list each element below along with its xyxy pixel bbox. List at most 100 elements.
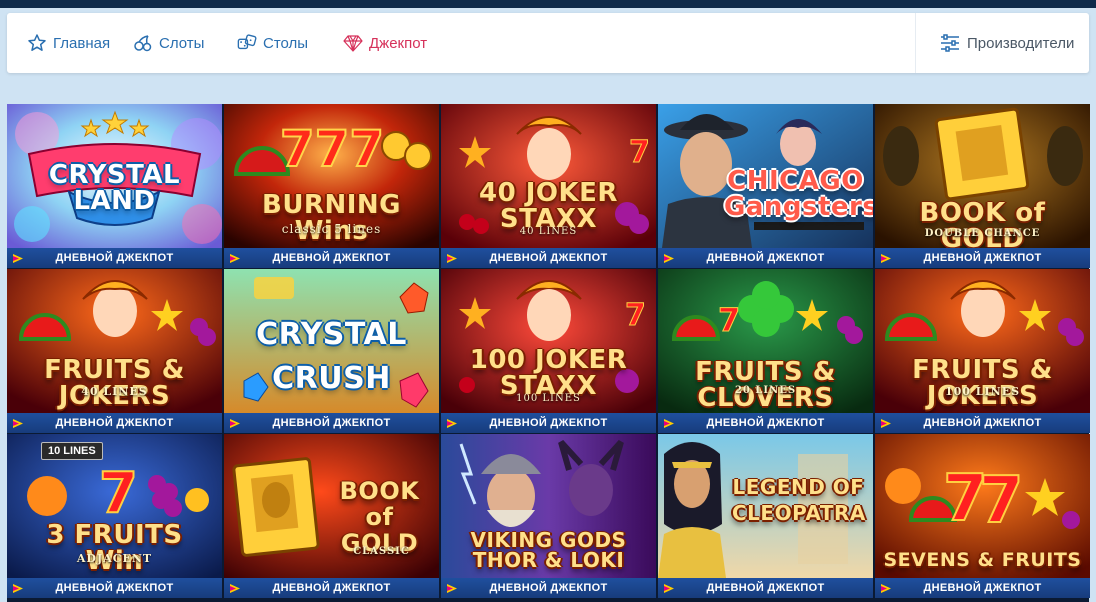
game-subtitle: CLASSIC (353, 546, 410, 557)
provider-logo-icon (13, 584, 23, 593)
provider-logo-icon (447, 584, 457, 593)
provider-logo-icon (13, 419, 23, 428)
game-tile[interactable]: CHICAGO Gangsters ДНЕВНОЙ ДЖЕКПОТ (658, 104, 873, 268)
nav-tables-label: Столы (263, 34, 309, 52)
game-title: FRUITS & JOKERS (912, 355, 1053, 411)
game-tile[interactable]: FRUITS & JOKERS 100 LINES ДНЕВНОЙ ДЖЕКПО… (875, 269, 1090, 433)
provider-logo-icon (13, 254, 23, 263)
provider-logo-icon (881, 254, 891, 263)
nav-tables[interactable]: Столы (237, 13, 308, 73)
daily-jackpot-label: ДНЕВНОЙ ДЖЕКПОТ (55, 417, 174, 429)
daily-jackpot-bar: ДНЕВНОЙ ДЖЕКПОТ (224, 413, 439, 433)
game-tile[interactable]: CRYSTAL CRUSH ДНЕВНОЙ ДЖЕКПОТ (224, 269, 439, 433)
game-tile[interactable]: 7 40 JOKER STAXX 40 LINES ДНЕВНОЙ ДЖЕКПО… (441, 104, 656, 268)
game-title: FRUITS & JOKERS (44, 355, 185, 411)
cherries-icon (134, 35, 152, 52)
game-subtitle: classic 5 lines (281, 222, 382, 236)
sliders-icon (941, 34, 959, 52)
svg-text:7: 7 (718, 301, 740, 339)
game-title: LEGEND OF CLEOPATRA (732, 475, 866, 525)
nav-jackpot[interactable]: Джекпот (343, 13, 427, 73)
nav-home[interactable]: Главная (27, 13, 110, 73)
daily-jackpot-label: ДНЕВНОЙ ДЖЕКПОТ (489, 582, 608, 594)
daily-jackpot-label: ДНЕВНОЙ ДЖЕКПОТ (272, 252, 391, 264)
nav-slots[interactable]: Слоты (133, 13, 204, 73)
daily-jackpot-label: ДНЕВНОЙ ДЖЕКПОТ (272, 582, 391, 594)
provider-logo-icon (664, 584, 674, 593)
nav-jackpot-label: Джекпот (369, 34, 428, 52)
game-subtitle: 40 LINES (519, 226, 578, 237)
daily-jackpot-bar: ДНЕВНОЙ ДЖЕКПОТ (658, 413, 873, 433)
game-title: CRYSTAL CRUSH (256, 317, 407, 396)
game-title: VIKING GODS THOR & LOKI (470, 528, 627, 572)
daily-jackpot-label: ДНЕВНОЙ ДЖЕКПОТ (706, 582, 825, 594)
nav-slots-label: Слоты (159, 34, 205, 52)
daily-jackpot-label: ДНЕВНОЙ ДЖЕКПОТ (272, 417, 391, 429)
game-title: 3 FRUITS Win (46, 520, 183, 576)
game-tile[interactable]: VIKING GODS THOR & LOKI ДНЕВНОЙ ДЖЕКПОТ (441, 434, 656, 598)
daily-jackpot-bar: ДНЕВНОЙ ДЖЕКПОТ (7, 578, 222, 598)
provider-logo-icon (447, 419, 457, 428)
daily-jackpot-label: ДНЕВНОЙ ДЖЕКПОТ (923, 582, 1042, 594)
game-subtitle: 40 LINES (81, 385, 148, 398)
game-subtitle: 20 LINES (734, 385, 797, 396)
provider-logo-icon (881, 584, 891, 593)
daily-jackpot-bar: ДНЕВНОЙ ДЖЕКПОТ (875, 578, 1090, 598)
daily-jackpot-label: ДНЕВНОЙ ДЖЕКПОТ (706, 417, 825, 429)
svg-text:777: 777 (280, 120, 384, 178)
nav-home-label: Главная (53, 34, 111, 52)
daily-jackpot-label: ДНЕВНОЙ ДЖЕКПОТ (923, 252, 1042, 264)
top-strip (0, 0, 1096, 8)
game-tile[interactable]: FRUITS & JOKERS 40 LINES ДНЕВНОЙ ДЖЕКПОТ (7, 269, 222, 433)
game-tile[interactable]: 7 10 LINES 3 FRUITS Win ADJACENT ДНЕВНОЙ… (7, 434, 222, 598)
daily-jackpot-bar: ДНЕВНОЙ ДЖЕКПОТ (875, 413, 1090, 433)
dice-icon (237, 34, 257, 50)
game-title: 100 JOKER STAXX (469, 345, 628, 401)
svg-text:7: 7 (979, 464, 1024, 538)
game-tile[interactable]: BOOK of GOLD CLASSIC ДНЕВНОЙ ДЖЕКПОТ (224, 434, 439, 598)
game-title: BOOK of GOLD (339, 477, 420, 557)
game-subtitle: ADJACENT (76, 552, 153, 565)
game-tile[interactable]: LEGEND OF CLEOPATRA ДНЕВНОЙ ДЖЕКПОТ (658, 434, 873, 598)
game-tile[interactable]: 777 BURNING Wins classic 5 lines ДНЕВНОЙ… (224, 104, 439, 268)
game-grid: CRYSTAL LAND ДНЕВНОЙ ДЖЕКПОТ 777 BURNING… (7, 104, 1090, 602)
daily-jackpot-label: ДНЕВНОЙ ДЖЕКПОТ (489, 417, 608, 429)
game-title: BOOK of GOLD (919, 198, 1046, 254)
star-outline-icon (28, 34, 46, 51)
daily-jackpot-bar: ДНЕВНОЙ ДЖЕКПОТ (224, 578, 439, 598)
provider-logo-icon (664, 254, 674, 263)
provider-logo-icon (230, 419, 240, 428)
daily-jackpot-label: ДНЕВНОЙ ДЖЕКПОТ (55, 582, 174, 594)
daily-jackpot-bar: ДНЕВНОЙ ДЖЕКПОТ (7, 413, 222, 433)
daily-jackpot-bar: ДНЕВНОЙ ДЖЕКПОТ (224, 248, 439, 268)
game-title: SEVENS & FRUITS (883, 549, 1082, 571)
provider-logo-icon (230, 254, 240, 263)
provider-logo-icon (881, 419, 891, 428)
category-navbar: Главная Слоты Столы Джекпот Производител… (7, 13, 1089, 73)
daily-jackpot-bar: ДНЕВНОЙ ДЖЕКПОТ (441, 413, 656, 433)
svg-text:7: 7 (629, 135, 650, 170)
provider-logo-icon (664, 419, 674, 428)
game-tile[interactable]: 7 100 JOKER STAXX 100 LINES ДНЕВНОЙ ДЖЕК… (441, 269, 656, 433)
nav-divider (915, 13, 916, 73)
game-title: CHICAGO Gangsters (724, 166, 873, 222)
daily-jackpot-label: ДНЕВНОЙ ДЖЕКПОТ (489, 252, 608, 264)
svg-text:7: 7 (99, 461, 138, 526)
provider-logo-icon (447, 254, 457, 263)
providers-button[interactable]: Производители (939, 13, 1074, 73)
providers-label: Производители (967, 34, 1075, 52)
game-tile[interactable]: 7 7 SEVENS & FRUITS ДНЕВНОЙ ДЖЕКПОТ (875, 434, 1090, 598)
daily-jackpot-bar: ДНЕВНОЙ ДЖЕКПОТ (441, 578, 656, 598)
game-title: 40 JOKER STAXX (479, 178, 618, 234)
game-tile[interactable]: CRYSTAL LAND ДНЕВНОЙ ДЖЕКПОТ (7, 104, 222, 268)
game-subtitle: 100 LINES (944, 385, 1021, 398)
game-tile[interactable]: 7 FRUITS & CLOVERS 20 LINES ДНЕВНОЙ ДЖЕК… (658, 269, 873, 433)
daily-jackpot-label: ДНЕВНОЙ ДЖЕКПОТ (55, 252, 174, 264)
daily-jackpot-bar: ДНЕВНОЙ ДЖЕКПОТ (7, 248, 222, 268)
game-subtitle: DOUBLE CHANCE (924, 228, 1041, 239)
game-subtitle: 100 LINES (516, 393, 581, 404)
game-title: CRYSTAL LAND (48, 160, 181, 216)
daily-jackpot-bar: ДНЕВНОЙ ДЖЕКПОТ (658, 248, 873, 268)
daily-jackpot-bar: ДНЕВНОЙ ДЖЕКПОТ (658, 578, 873, 598)
game-tile[interactable]: BOOK of GOLD DOUBLE CHANCE ДНЕВНОЙ ДЖЕКП… (875, 104, 1090, 268)
